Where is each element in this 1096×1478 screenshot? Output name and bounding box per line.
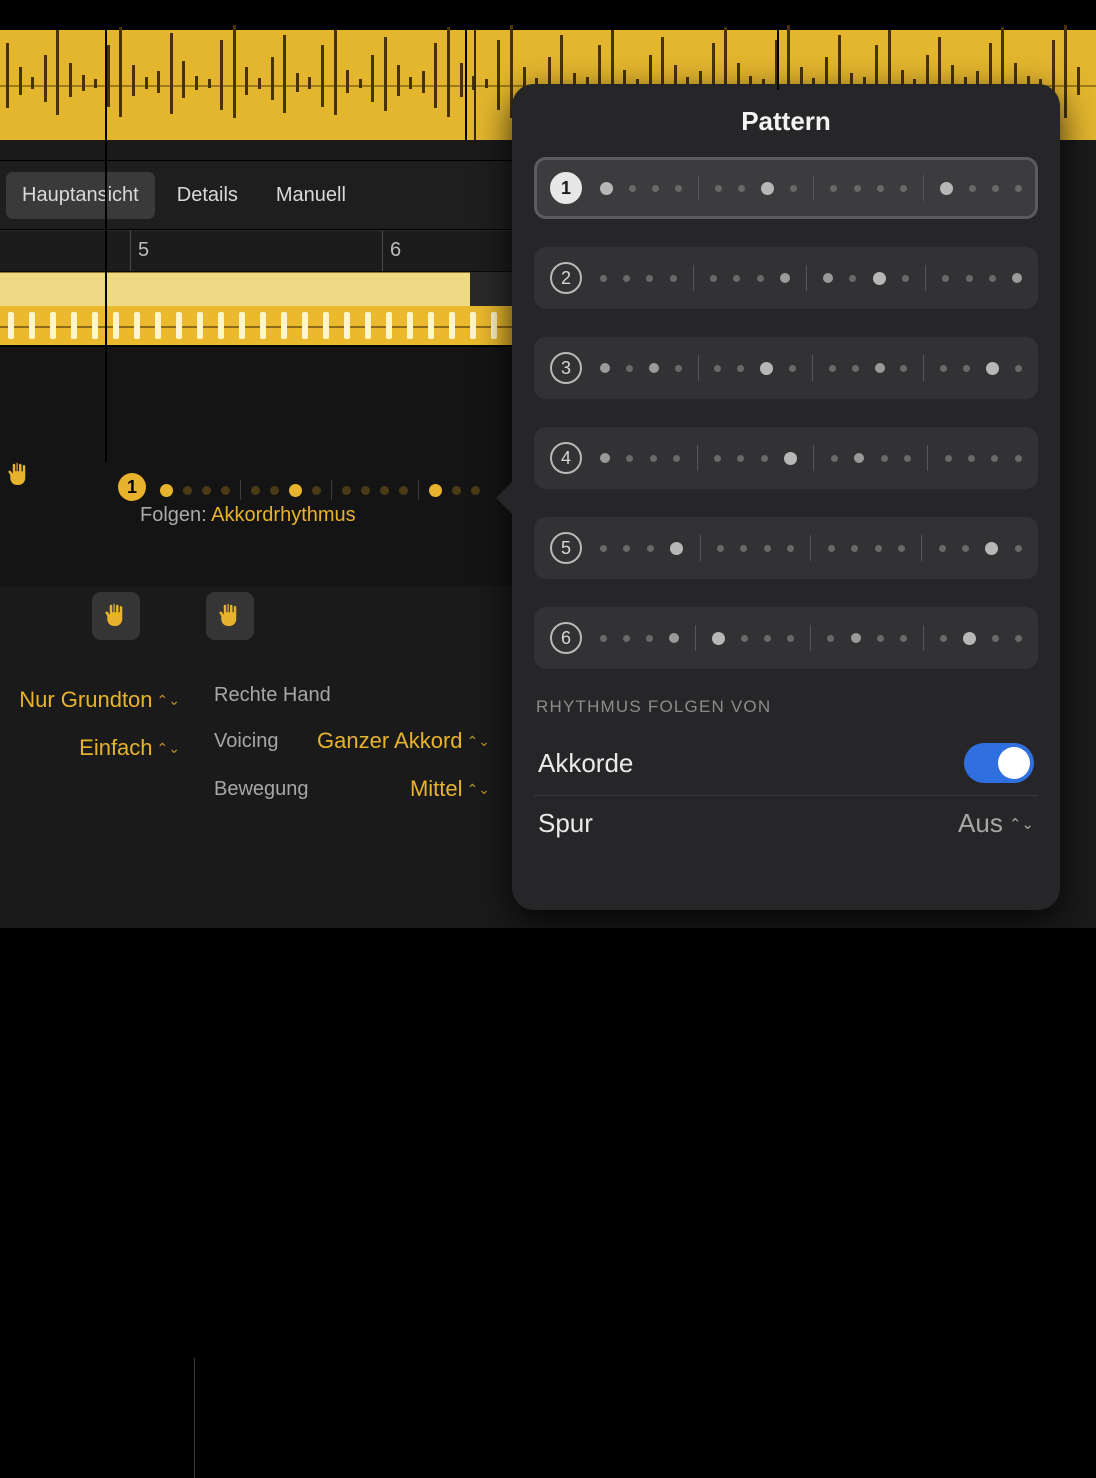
hand-icon (4, 460, 34, 499)
voicing-label: Voicing (214, 730, 279, 753)
view-tab-bar: Hauptansicht Details Manuell (0, 160, 520, 230)
tab-manuell[interactable]: Manuell (260, 172, 362, 219)
tab-hauptansicht[interactable]: Hauptansicht (6, 172, 155, 219)
ruler-number-6: 6 (390, 239, 401, 262)
motion-select[interactable]: Mittel⌃⌄ (410, 776, 490, 802)
pattern-dot-strip (600, 265, 1022, 291)
pattern-number-badge: 3 (550, 352, 582, 384)
akkorde-row: Akkorde (534, 731, 1038, 796)
region-boundary-2 (474, 30, 476, 140)
param-divider (194, 1358, 195, 1478)
chevron-updown-icon: ⌃⌄ (467, 733, 490, 750)
follow-value: Akkordrhythmus (211, 504, 356, 526)
ruler-tick (130, 231, 131, 271)
pattern-row-1[interactable]: 1 (534, 157, 1038, 219)
ruler-number-5: 5 (138, 239, 149, 262)
chevron-updown-icon: ⌃⌄ (467, 781, 490, 798)
pattern-number-badge: 4 (550, 442, 582, 474)
follow-indicator: Folgen: Akkordrhythmus (140, 504, 356, 527)
popover-title: Pattern (534, 106, 1038, 137)
pattern-row-4[interactable]: 4 (534, 427, 1038, 489)
region-boundary (465, 30, 467, 140)
left-root-select[interactable]: Nur Grundton⌃⌄ (19, 687, 180, 713)
active-pattern-badge[interactable]: 1 (118, 473, 146, 501)
pattern-row-3[interactable]: 3 (534, 337, 1038, 399)
pattern-number-badge: 6 (550, 622, 582, 654)
right-hand-button[interactable] (206, 592, 254, 640)
spur-row: Spur Aus⌃⌄ (534, 796, 1038, 851)
cycle-region[interactable] (0, 272, 520, 306)
pattern-dot-strip (600, 445, 1022, 471)
rhythm-follow-heading: RHYTHMUS FOLGEN VON (536, 697, 1036, 717)
pattern-dot-strip (600, 355, 1022, 381)
ruler-tick (382, 231, 383, 271)
popover-arrow (496, 482, 512, 514)
pattern-lane (0, 346, 520, 586)
chevron-updown-icon: ⌃⌄ (1009, 815, 1034, 833)
pattern-preview-strip[interactable] (160, 480, 480, 500)
tab-details[interactable]: Details (161, 172, 254, 219)
motion-label: Bewegung (214, 778, 309, 801)
follow-label: Folgen: (140, 504, 211, 526)
bar-ruler[interactable]: 5 6 (0, 230, 520, 272)
left-simple-select[interactable]: Einfach⌃⌄ (79, 735, 180, 761)
callout-line (777, 0, 779, 90)
chevron-updown-icon: ⌃⌄ (157, 740, 180, 757)
right-hand-heading: Rechte Hand (200, 676, 500, 717)
pattern-dot-strip (600, 625, 1022, 651)
pattern-number-badge: 5 (550, 532, 582, 564)
right-hand-params: Rechte Hand Voicing Ganzer Akkord⌃⌄ Bewe… (200, 676, 500, 813)
hand-buttons (92, 592, 254, 640)
left-hand-button[interactable] (92, 592, 140, 640)
pattern-number-badge: 1 (550, 172, 582, 204)
pattern-row-6[interactable]: 6 (534, 607, 1038, 669)
pattern-dot-strip (600, 535, 1022, 561)
pattern-row-5[interactable]: 5 (534, 517, 1038, 579)
spur-label: Spur (538, 808, 593, 839)
akkorde-toggle[interactable] (964, 743, 1034, 783)
pattern-popover: Pattern 1 2 3 4 5 6 RHYTHMUS FOLGEN VON Akkor… (512, 84, 1060, 910)
akkorde-label: Akkorde (538, 748, 633, 779)
pattern-number-badge: 2 (550, 262, 582, 294)
chevron-updown-icon: ⌃⌄ (157, 692, 180, 709)
left-hand-params: Nur Grundton⌃⌄ Einfach⌃⌄ (0, 676, 190, 772)
spur-select[interactable]: Aus⌃⌄ (958, 808, 1034, 839)
pattern-row-2[interactable]: 2 (534, 247, 1038, 309)
region-overview[interactable]: (function(){var h='';for(var i=0;i<24;i+… (0, 306, 520, 346)
callout-line (105, 0, 107, 462)
voicing-select[interactable]: Ganzer Akkord⌃⌄ (317, 728, 490, 754)
pattern-dot-strip (600, 175, 1022, 201)
